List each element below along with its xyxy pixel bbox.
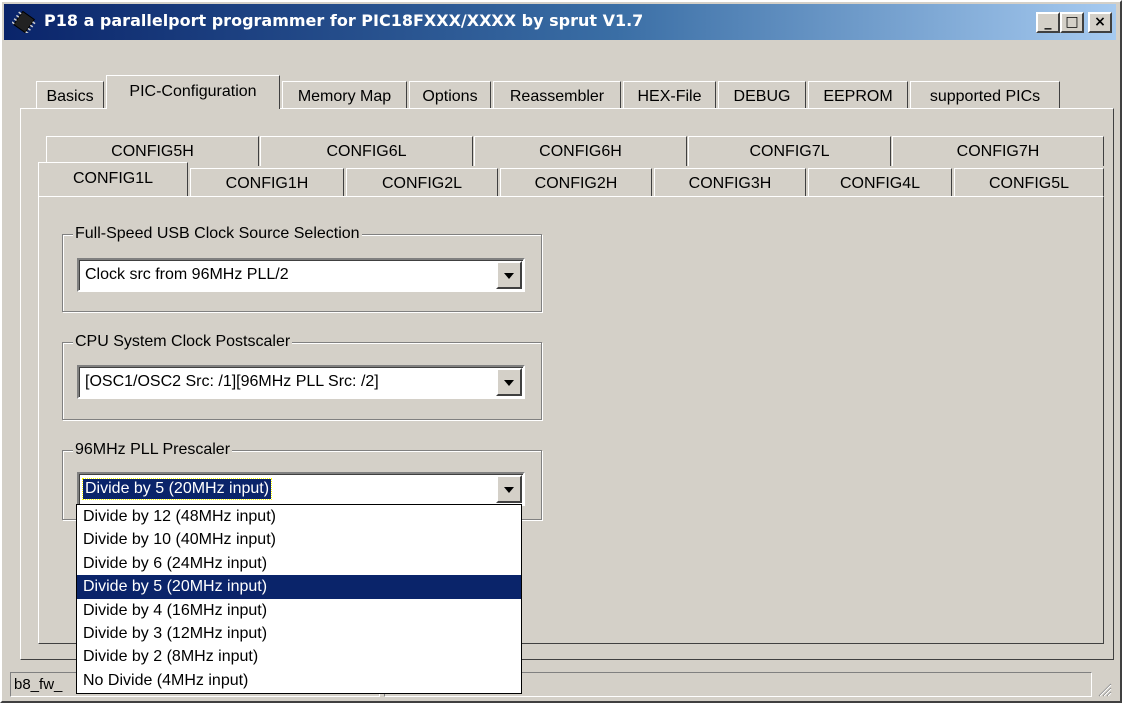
tab-config7l[interactable]: CONFIG7L	[688, 136, 891, 166]
cpu-postscaler-group: CPU System Clock Postscaler [OSC1/OSC2 S…	[62, 332, 542, 420]
tab-config1h[interactable]: CONFIG1H	[190, 168, 344, 198]
dropdown-option[interactable]: No Divide (4MHz input)	[77, 669, 521, 692]
dropdown-option[interactable]: Divide by 10 (40MHz input)	[77, 528, 521, 551]
tab-memory-map[interactable]: Memory Map	[282, 81, 407, 111]
chevron-down-icon	[504, 380, 514, 386]
pll-prescaler-select[interactable]: Divide by 5 (20MHz input)	[77, 472, 525, 506]
tab-basics[interactable]: Basics	[36, 81, 104, 111]
cpu-postscaler-select[interactable]: [OSC1/OSC2 Src: /1][96MHz PLL Src: /2]	[77, 365, 525, 399]
dropdown-option[interactable]: Divide by 2 (8MHz input)	[77, 645, 521, 668]
tab-config4l[interactable]: CONFIG4L	[808, 168, 952, 198]
pll-prescaler-dropdown-button[interactable]	[496, 475, 522, 503]
pll-prescaler-value: Divide by 5 (20MHz input)	[81, 478, 273, 500]
usb-clock-group: Full-Speed USB Clock Source Selection Cl…	[62, 224, 542, 312]
tab-debug[interactable]: DEBUG	[718, 81, 806, 111]
tab-config7h[interactable]: CONFIG7H	[892, 136, 1104, 166]
pll-prescaler-dropdown-list: Divide by 12 (48MHz input) Divide by 10 …	[76, 504, 522, 694]
dropdown-option[interactable]: Divide by 3 (12MHz input)	[77, 622, 521, 645]
chevron-down-icon	[504, 273, 514, 279]
usb-clock-select[interactable]: Clock src from 96MHz PLL/2	[77, 258, 525, 292]
maximize-button[interactable]: □	[1060, 12, 1084, 33]
usb-clock-dropdown-button[interactable]	[496, 261, 522, 289]
chevron-down-icon	[504, 487, 514, 493]
tab-eeprom[interactable]: EEPROM	[808, 81, 908, 111]
tab-pic-configuration[interactable]: PIC-Configuration	[106, 75, 280, 109]
tab-config6l[interactable]: CONFIG6L	[260, 136, 473, 166]
tab-config2h[interactable]: CONFIG2H	[500, 168, 652, 198]
dropdown-option-selected[interactable]: Divide by 5 (20MHz input)	[77, 575, 521, 599]
tab-supported-pics[interactable]: supported PICs	[910, 81, 1060, 111]
usb-clock-value: Clock src from 96MHz PLL/2	[85, 266, 289, 283]
chip-icon	[12, 11, 36, 33]
cpu-postscaler-dropdown-button[interactable]	[496, 368, 522, 396]
tab-reassembler[interactable]: Reassembler	[493, 81, 621, 111]
pll-prescaler-label: 96MHz PLL Prescaler	[73, 440, 233, 460]
title-bar[interactable]: P18 a parallelport programmer for PIC18F…	[4, 4, 1116, 40]
tab-config6h[interactable]: CONFIG6H	[474, 136, 687, 166]
cpu-postscaler-label: CPU System Clock Postscaler	[73, 332, 293, 352]
minimize-button[interactable]: _	[1036, 12, 1060, 33]
window-title: P18 a parallelport programmer for PIC18F…	[44, 11, 644, 30]
resize-grip-icon[interactable]	[1096, 681, 1112, 697]
close-button[interactable]: ×	[1088, 12, 1112, 33]
cpu-postscaler-value: [OSC1/OSC2 Src: /1][96MHz PLL Src: /2]	[85, 373, 379, 390]
tab-options[interactable]: Options	[409, 81, 491, 111]
tab-config5l[interactable]: CONFIG5L	[954, 168, 1104, 198]
dropdown-option[interactable]: Divide by 4 (16MHz input)	[77, 599, 521, 622]
dropdown-option[interactable]: Divide by 6 (24MHz input)	[77, 552, 521, 575]
tab-config1l[interactable]: CONFIG1L	[38, 162, 188, 196]
dropdown-option[interactable]: Divide by 12 (48MHz input)	[77, 505, 521, 528]
tab-config2l[interactable]: CONFIG2L	[346, 168, 498, 198]
tab-config3h[interactable]: CONFIG3H	[654, 168, 806, 198]
tab-hex-file[interactable]: HEX-File	[623, 81, 716, 111]
usb-clock-label: Full-Speed USB Clock Source Selection	[73, 224, 362, 244]
